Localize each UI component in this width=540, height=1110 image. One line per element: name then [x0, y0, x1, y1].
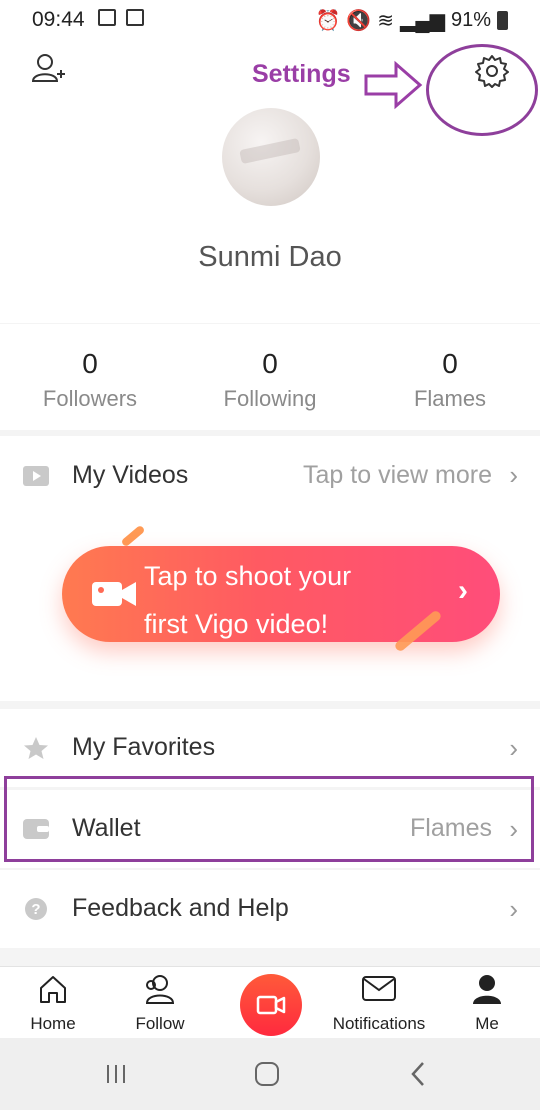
banner-line-2: first Vigo video! [144, 609, 329, 639]
home-icon [40, 976, 66, 1003]
home-button-icon[interactable] [254, 1061, 280, 1087]
mute-icon: 🔇 [346, 10, 372, 32]
status-right: ⏰ 🔇 ≋ ▂▄▆ 91% [315, 8, 508, 33]
favorites-label: My Favorites [72, 733, 216, 761]
followers-label: Followers [42, 386, 138, 411]
chevron-right-icon: › [509, 894, 518, 924]
my-videos-section: My Videos Tap to view more › Tap to shoo… [0, 436, 540, 701]
username: Sunmi Dao [198, 241, 342, 273]
avatar[interactable] [222, 108, 320, 206]
stat-followers[interactable]: 0 Followers [0, 324, 180, 430]
battery-icon [497, 11, 508, 30]
nav-follow[interactable]: Follow [110, 973, 210, 1034]
nav-follow-label: Follow [135, 1014, 185, 1033]
wallet-annotation-box [4, 776, 534, 862]
nav-notifications-label: Notifications [332, 1014, 426, 1033]
system-nav-bar [0, 1038, 540, 1110]
help-icon: ? [25, 898, 47, 920]
bottom-nav: Home Follow Notifications Me [0, 966, 540, 1039]
profile-filled-icon [473, 975, 501, 1004]
my-videos-title: My Videos [72, 461, 189, 489]
battery-percent: 91% [450, 9, 491, 31]
feedback-label: Feedback and Help [72, 894, 289, 922]
stat-flames[interactable]: 0 Flames [360, 324, 540, 430]
following-count: 0 [262, 348, 278, 379]
shoot-video-banner[interactable]: Tap to shoot your first Vigo video! › [62, 546, 500, 642]
followers-count: 0 [82, 348, 98, 379]
stat-following[interactable]: 0 Following [180, 324, 360, 430]
nav-notifications[interactable]: Notifications [329, 973, 429, 1034]
nav-home[interactable]: Home [3, 973, 103, 1034]
wifi-icon: ≋ [377, 10, 395, 32]
nav-me[interactable]: Me [437, 973, 537, 1034]
status-time: 09:44 [32, 8, 85, 31]
recent-apps-icon[interactable] [104, 1062, 128, 1086]
banner-text: Tap to shoot your first Vigo video! [144, 552, 351, 648]
svg-text:?: ? [31, 901, 40, 918]
record-video-button[interactable] [240, 974, 302, 1036]
chevron-right-icon: › [509, 733, 518, 763]
video-camera-icon [92, 582, 136, 606]
app-notification-icon [126, 9, 144, 26]
back-icon[interactable] [408, 1060, 428, 1088]
flames-count: 0 [442, 348, 458, 379]
menu-feedback-help[interactable]: ? Feedback and Help › [0, 870, 540, 948]
star-icon [24, 737, 48, 759]
signal-icon: ▂▄▆ [400, 10, 445, 32]
view-more-link[interactable]: Tap to view more [303, 461, 492, 490]
profile-stats: 0 Followers 0 Following 0 Flames [0, 324, 540, 430]
annotation-arrow-icon [364, 60, 423, 110]
decor-stripe [120, 524, 146, 548]
add-user-icon[interactable] [30, 52, 66, 84]
flames-label: Flames [413, 386, 487, 411]
following-label: Following [223, 386, 317, 411]
gallery-icon [98, 9, 116, 26]
chevron-right-icon: › [509, 460, 518, 490]
mail-icon [362, 976, 396, 1001]
record-camera-icon [256, 995, 286, 1015]
nav-me-label: Me [475, 1014, 499, 1033]
alarm-icon: ⏰ [315, 10, 341, 32]
settings-annotation-circle [426, 44, 538, 136]
follow-icon [145, 975, 175, 1004]
banner-line-1: Tap to shoot your [144, 561, 352, 591]
settings-annotation-label: Settings [252, 60, 351, 88]
nav-home-label: Home [30, 1014, 76, 1033]
video-play-icon [23, 466, 49, 486]
profile-header: Settings Sunmi Dao [0, 38, 540, 323]
status-bar: 09:44 ⏰ 🔇 ≋ ▂▄▆ 91% [0, 0, 540, 38]
banner-chevron-icon: › [458, 574, 468, 607]
